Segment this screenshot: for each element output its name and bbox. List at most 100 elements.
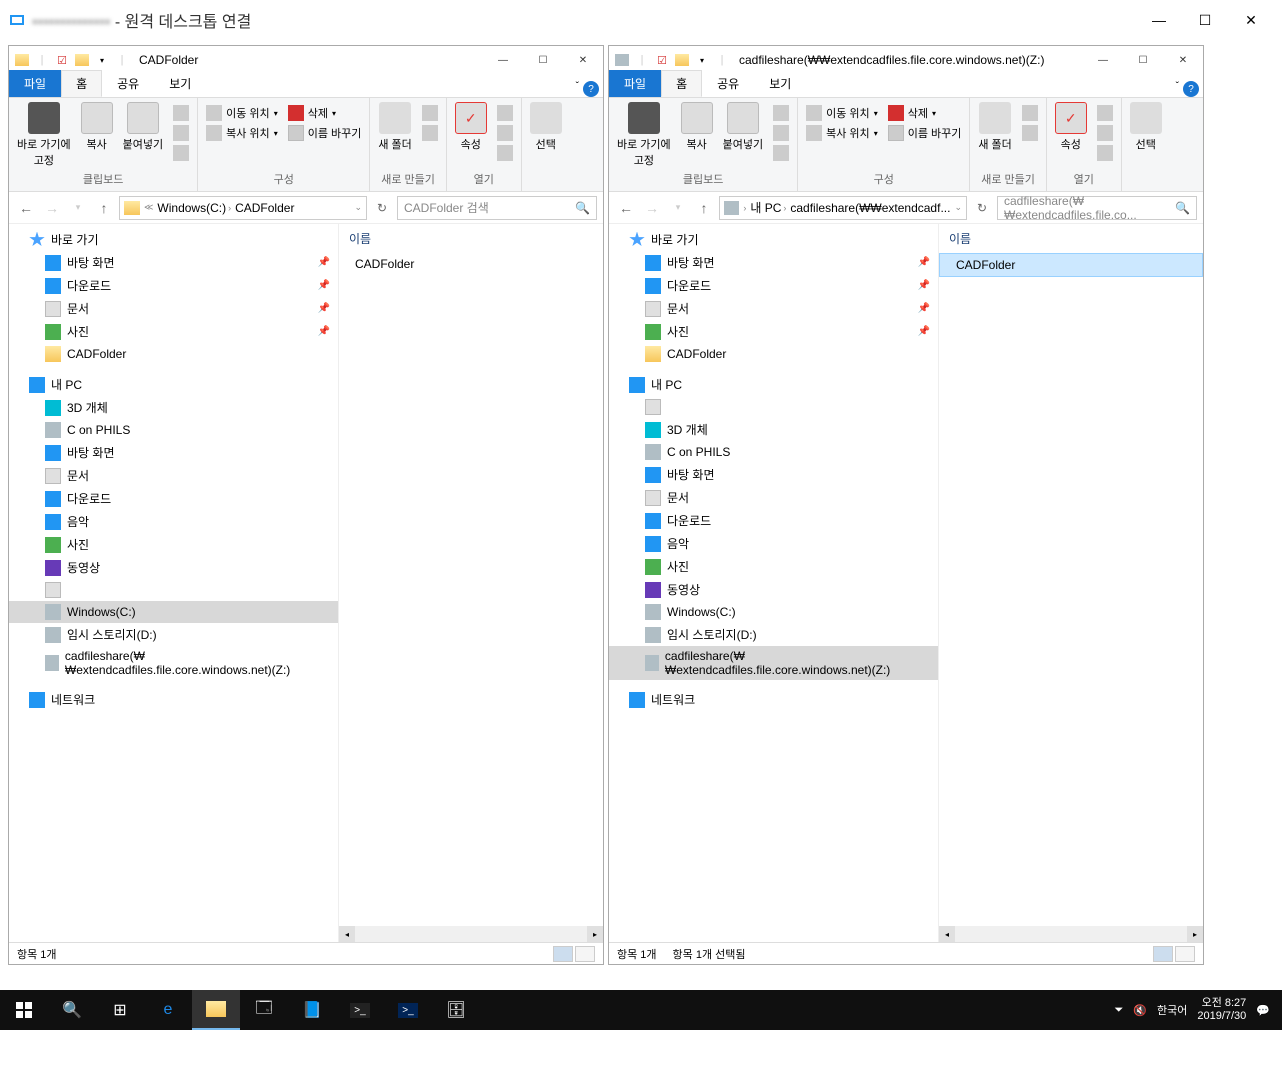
clock[interactable]: 오전 8:27 2019/7/30: [1197, 997, 1246, 1023]
nav-videos[interactable]: 동영상: [9, 556, 338, 579]
view-details-button[interactable]: [553, 946, 573, 962]
nav-this-pc[interactable]: 내 PC: [609, 373, 938, 396]
scroll-right-icon[interactable]: ▸: [587, 926, 603, 942]
cmd-button[interactable]: >_: [336, 990, 384, 1030]
select-button[interactable]: 선택: [526, 100, 566, 154]
moveto-button[interactable]: 이동 위치▾: [802, 104, 882, 122]
nav-documents[interactable]: 문서📌: [9, 297, 338, 320]
nav-blank-item[interactable]: [9, 579, 338, 601]
content-pane[interactable]: 이름 CADFolder ◂ ▸: [339, 224, 603, 942]
crumb-drive[interactable]: cadfileshare(₩₩extendcadf...: [790, 201, 950, 215]
horizontal-scrollbar[interactable]: ◂ ▸: [939, 926, 1203, 942]
server-manager-button[interactable]: 🗄: [432, 990, 480, 1030]
maximize-button[interactable]: ☐: [1123, 48, 1163, 72]
newitem-button[interactable]: [418, 104, 442, 122]
nav-pictures[interactable]: 사진📌: [9, 320, 338, 343]
nav-desktop-pc[interactable]: 바탕 화면: [609, 463, 938, 486]
nav-c-on-phils[interactable]: C on PHILS: [609, 441, 938, 463]
search-input[interactable]: CADFolder 검색 🔍: [397, 196, 597, 220]
nav-pictures-pc[interactable]: 사진: [609, 555, 938, 578]
tab-home[interactable]: 홈: [61, 70, 102, 97]
help-icon[interactable]: ?: [583, 81, 599, 97]
nav-drive-c[interactable]: Windows(C:): [609, 601, 938, 623]
app1-button[interactable]: 🗔: [240, 990, 288, 1030]
properties-button[interactable]: 속성: [451, 100, 491, 154]
nav-desktop[interactable]: 바탕 화면📌: [9, 251, 338, 274]
delete-button[interactable]: 삭제▾: [884, 104, 966, 122]
open-button[interactable]: [1093, 104, 1117, 122]
nav-quick-access[interactable]: 바로 가기: [9, 228, 338, 251]
pin-button[interactable]: 바로 가기에 고정: [613, 100, 675, 170]
nav-pictures[interactable]: 사진📌: [609, 320, 938, 343]
view-icons-button[interactable]: [575, 946, 595, 962]
breadcrumb-dropdown[interactable]: ⌄: [354, 202, 362, 213]
minimize-button[interactable]: —: [1083, 48, 1123, 72]
list-item[interactable]: CADFolder: [939, 253, 1203, 277]
copypath-button[interactable]: [169, 124, 193, 142]
close-button[interactable]: ✕: [1163, 48, 1203, 72]
content-pane[interactable]: 이름 CADFolder ◂ ▸: [939, 224, 1203, 942]
tab-share[interactable]: 공유: [102, 70, 154, 97]
qa-props-icon[interactable]: ☑: [53, 51, 71, 69]
forward-button[interactable]: →: [641, 197, 663, 219]
nav-downloads-pc[interactable]: 다운로드: [9, 487, 338, 510]
nav-pictures-pc[interactable]: 사진: [9, 533, 338, 556]
moveto-button[interactable]: 이동 위치▾: [202, 104, 282, 122]
minimize-button[interactable]: —: [483, 48, 523, 72]
open-button[interactable]: [493, 104, 517, 122]
edit-button[interactable]: [1093, 124, 1117, 142]
nav-c-on-phils[interactable]: C on PHILS: [9, 419, 338, 441]
view-details-button[interactable]: [1153, 946, 1173, 962]
copyto-button[interactable]: 복사 위치▾: [802, 124, 882, 142]
nav-drive-d[interactable]: 임시 스토리지(D:): [9, 623, 338, 646]
nav-drive-c[interactable]: Windows(C:): [9, 601, 338, 623]
ime-label[interactable]: 한국어: [1157, 1002, 1187, 1018]
column-header-name[interactable]: 이름: [939, 224, 1203, 253]
nav-music[interactable]: 음악: [9, 510, 338, 533]
ribbon-collapse-icon[interactable]: ˇ: [1176, 81, 1179, 97]
back-button[interactable]: ←: [15, 197, 37, 219]
copypath-button[interactable]: [769, 124, 793, 142]
edit-button[interactable]: [493, 124, 517, 142]
rename-button[interactable]: 이름 바꾸기: [884, 124, 966, 142]
qa-dropdown-icon[interactable]: [673, 51, 691, 69]
breadcrumb[interactable]: › 내 PC› cadfileshare(₩₩extendcadf... ⌄: [719, 196, 967, 220]
nav-videos[interactable]: 동영상: [609, 578, 938, 601]
rdp-close-button[interactable]: ✕: [1228, 5, 1274, 35]
rename-button[interactable]: 이름 바꾸기: [284, 124, 366, 142]
nav-desktop[interactable]: 바탕 화면📌: [609, 251, 938, 274]
nav-network[interactable]: 네트워크: [9, 688, 338, 711]
nav-blank-item[interactable]: [609, 396, 938, 418]
scroll-left-icon[interactable]: ◂: [339, 926, 355, 942]
forward-button[interactable]: →: [41, 197, 63, 219]
help-icon[interactable]: ?: [1183, 81, 1199, 97]
copy-button[interactable]: 복사: [77, 100, 117, 154]
column-header-name[interactable]: 이름: [339, 224, 603, 253]
notifications-icon[interactable]: 💬: [1256, 1004, 1270, 1017]
nav-cadfolder[interactable]: CADFolder: [9, 343, 338, 365]
tab-file[interactable]: 파일: [609, 70, 661, 97]
search-input[interactable]: cadfileshare(₩₩extendcadfiles.file.co...…: [997, 196, 1197, 220]
recent-dropdown[interactable]: ▾: [667, 197, 689, 219]
nav-network[interactable]: 네트워크: [609, 688, 938, 711]
nav-drive-z[interactable]: cadfileshare(₩₩extendcadfiles.file.core.…: [609, 646, 938, 680]
newitem-button[interactable]: [1018, 104, 1042, 122]
nav-documents-pc[interactable]: 문서: [9, 464, 338, 487]
nav-drive-d[interactable]: 임시 스토리지(D:): [609, 623, 938, 646]
breadcrumb-dropdown[interactable]: ⌄: [954, 202, 962, 213]
nav-quick-access[interactable]: 바로 가기: [609, 228, 938, 251]
pasteshortcut-button[interactable]: [169, 144, 193, 162]
taskview-button[interactable]: ⊞: [96, 990, 144, 1030]
up-button[interactable]: ↑: [93, 197, 115, 219]
tab-home[interactable]: 홈: [661, 70, 702, 97]
nav-documents-pc[interactable]: 문서: [609, 486, 938, 509]
nav-3d-objects[interactable]: 3D 개체: [9, 396, 338, 419]
pasteshortcut-button[interactable]: [769, 144, 793, 162]
nav-music[interactable]: 음악: [609, 532, 938, 555]
newfolder-button[interactable]: 새 폴더: [374, 100, 415, 154]
nav-documents[interactable]: 문서📌: [609, 297, 938, 320]
cut-button[interactable]: [169, 104, 193, 122]
volume-icon[interactable]: 🔇: [1133, 1004, 1147, 1017]
ribbon-collapse-icon[interactable]: ˇ: [576, 81, 579, 97]
tab-file[interactable]: 파일: [9, 70, 61, 97]
